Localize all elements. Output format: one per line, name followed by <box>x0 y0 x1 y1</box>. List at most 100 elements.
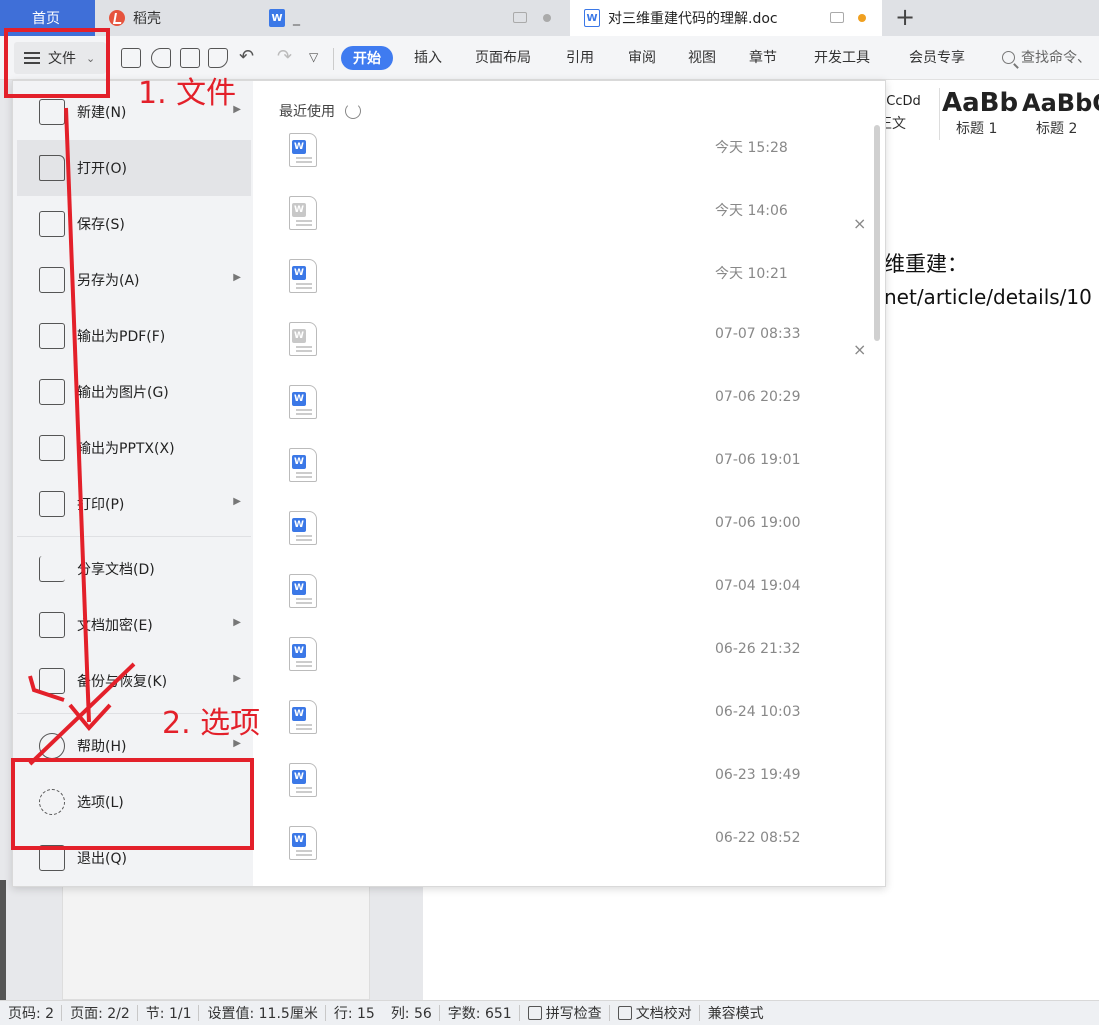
recent-file-row[interactable]: W 07-06 19:00 <box>279 505 863 568</box>
ribbon-tab-layout[interactable]: 页面布局 <box>475 47 531 67</box>
proofread-label: 文档校对 <box>635 1006 692 1022</box>
status-page[interactable]: 页面: 2/2 <box>62 1003 138 1023</box>
menu-item-open[interactable]: 打开(O) <box>17 140 251 196</box>
annotation-step-2: 2. 选项 <box>162 706 261 741</box>
word-badge: W <box>292 329 306 343</box>
compat-mode: 兼容模式 <box>707 1006 764 1022</box>
menu-item-label: 打印(P) <box>77 497 125 513</box>
navigation-pane <box>62 880 370 1000</box>
ribbon-tab-chapter[interactable]: 章节 <box>749 47 777 67</box>
menu-item-label: 输出为PDF(F) <box>77 329 166 345</box>
style-heading-1[interactable]: AaBb 标题 1 <box>940 88 1020 140</box>
menu-item-save[interactable]: 保存(S) <box>17 196 251 252</box>
undo-icon[interactable]: ↶ <box>239 48 259 68</box>
ribbon-tab-review[interactable]: 审阅 <box>628 47 656 67</box>
menu-item-export-pptx[interactable]: 输出为PPTX(X) <box>17 420 251 476</box>
recent-file-row[interactable]: W 06-22 08:52 <box>279 820 863 883</box>
recent-file-row[interactable]: W 07-04 19:04 <box>279 568 863 631</box>
menu-item-encrypt[interactable]: 文档加密(E) ▶ <box>17 597 251 653</box>
command-search[interactable]: 查找命令、 <box>1002 47 1091 67</box>
menu-divider <box>17 536 251 537</box>
style-normal[interactable]: bCcDd 正文 <box>878 88 940 140</box>
backup-icon <box>39 668 65 694</box>
monitor-icon[interactable] <box>830 12 844 23</box>
status-section[interactable]: 节: 1/1 <box>138 1003 200 1023</box>
spell-check-toggle[interactable]: 拼写检查 <box>520 1003 610 1023</box>
ribbon-tab-developer[interactable]: 开发工具 <box>814 47 870 67</box>
menu-item-save-as[interactable]: 另存为(A) ▶ <box>17 252 251 308</box>
doc-line <box>296 665 312 667</box>
tab-active-document[interactable]: W 对三维重建代码的理解.doc <box>570 0 882 36</box>
checkbox-icon <box>527 1006 542 1020</box>
doc-line <box>296 413 312 415</box>
style-normal-sample: bCcDd <box>878 94 921 109</box>
redo-icon[interactable]: ↷ <box>277 48 297 68</box>
status-word-count[interactable]: 字数: 651 <box>440 1003 520 1023</box>
recent-files-header: 最近使用 <box>279 101 361 121</box>
word-doc-icon: W <box>289 511 317 545</box>
doc-line <box>296 728 312 730</box>
ribbon-tab-insert[interactable]: 插入 <box>414 47 442 67</box>
remove-recent-close-icon[interactable]: × <box>853 214 866 233</box>
recent-file-time: 今天 15:28 <box>715 140 788 156</box>
recent-file-row[interactable]: W 今天 15:28 <box>279 127 863 190</box>
doc-line <box>296 157 312 159</box>
customize-dropdown-icon[interactable]: ▽ <box>309 48 329 68</box>
annotation-box-file <box>4 28 110 98</box>
recent-file-row[interactable]: W 07-06 19:01 <box>279 442 863 505</box>
save-icon[interactable] <box>121 48 141 68</box>
save-icon <box>39 211 65 237</box>
format-painter-icon[interactable] <box>151 48 171 68</box>
menu-item-label: 文档加密(E) <box>77 618 153 634</box>
recent-file-row[interactable]: W 07-07 08:33 × <box>279 316 866 379</box>
printer-icon <box>39 491 65 517</box>
proofread-button[interactable]: 文档校对 <box>610 1003 700 1023</box>
recent-file-row[interactable]: W 06-24 10:03 <box>279 694 863 757</box>
word-doc-icon: W <box>289 448 317 482</box>
recent-file-row[interactable]: W 今天 10:21 <box>279 253 863 316</box>
ribbon-tab-member[interactable]: 会员专享 <box>909 47 965 67</box>
menu-item-label: 打开(O) <box>77 161 127 177</box>
doc-line <box>296 472 312 474</box>
recent-file-row[interactable]: W 06-23 19:49 <box>279 757 863 820</box>
recent-scrollbar[interactable] <box>874 125 880 341</box>
word-doc-icon: W <box>584 9 600 27</box>
status-setting[interactable]: 设置值: 11.5厘米 <box>199 1003 327 1023</box>
document-text-line: net/article/details/10 <box>884 285 1092 309</box>
menu-item-share[interactable]: 分享文档(D) <box>17 541 251 597</box>
recent-file-time: 07-07 08:33 <box>715 326 801 342</box>
status-page-code[interactable]: 页码: 2 <box>0 1003 63 1023</box>
status-col[interactable]: 列: 56 <box>383 1003 440 1023</box>
ribbon-tab-view[interactable]: 视图 <box>688 47 716 67</box>
submenu-arrow-icon: ▶ <box>233 617 241 628</box>
doc-line <box>296 287 312 289</box>
pdf-export-icon <box>39 323 65 349</box>
recent-file-row[interactable]: W 今天 14:06 × <box>279 190 866 253</box>
style-heading-2[interactable]: AaBbC 标题 2 <box>1020 88 1099 140</box>
ribbon-tab-references[interactable]: 引用 <box>566 47 594 67</box>
submenu-arrow-icon: ▶ <box>233 496 241 507</box>
recent-file-row[interactable]: W 06-26 21:32 <box>279 631 863 694</box>
print-preview-icon[interactable] <box>208 48 228 68</box>
image-export-icon <box>39 379 65 405</box>
remove-recent-close-icon[interactable]: × <box>853 340 866 359</box>
doc-line <box>296 224 312 226</box>
ribbon-tab-start[interactable]: 开始 <box>341 46 393 70</box>
refresh-icon[interactable] <box>345 103 361 119</box>
print-icon[interactable] <box>180 48 200 68</box>
word-doc-icon: W <box>289 196 317 230</box>
word-badge: W <box>292 518 306 532</box>
menu-item-export-pdf[interactable]: 输出为PDF(F) <box>17 308 251 364</box>
new-tab-button[interactable]: + <box>893 0 917 36</box>
menu-item-print[interactable]: 打印(P) ▶ <box>17 476 251 532</box>
doc-line <box>296 661 312 663</box>
word-doc-icon: W <box>289 133 317 167</box>
monitor-icon[interactable] <box>513 12 527 23</box>
style-heading-2-name: 标题 2 <box>1036 121 1078 137</box>
tab-document-1[interactable]: W _ <box>255 0 565 36</box>
recent-file-row[interactable]: W 07-06 20:29 <box>279 379 863 442</box>
style-heading-1-name: 标题 1 <box>956 121 998 137</box>
tab-daoke[interactable]: 稻壳 <box>95 0 255 36</box>
status-row[interactable]: 行: 15 <box>326 1003 383 1023</box>
menu-item-export-image[interactable]: 输出为图片(G) <box>17 364 251 420</box>
